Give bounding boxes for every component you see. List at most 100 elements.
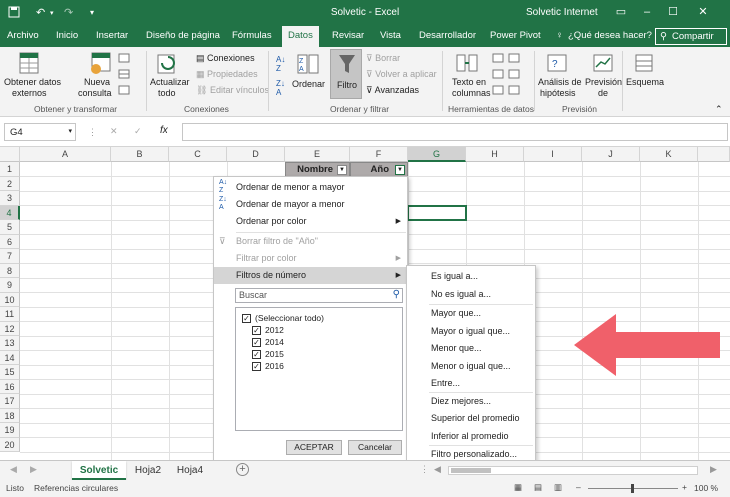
insert-function-icon[interactable]: fx	[160, 125, 168, 136]
formula-input[interactable]	[182, 123, 728, 141]
connections-button[interactable]: ▤ Conexiones	[196, 53, 255, 64]
consolidate-icon[interactable]	[508, 53, 520, 65]
sort-za-icon[interactable]: Z↓ A	[276, 79, 285, 97]
column-header[interactable]: E	[285, 147, 350, 162]
ok-button[interactable]: ACEPTAR	[286, 440, 342, 455]
zoom-in-icon[interactable]: +	[682, 482, 687, 492]
tell-me-input[interactable]: ¿Qué desea hacer?	[568, 30, 652, 41]
column-header-selected[interactable]: G	[408, 147, 466, 162]
formula-bar-splitter-icon[interactable]: ⋮	[88, 127, 97, 138]
tab-formulas[interactable]: Fórmulas	[232, 30, 272, 41]
custom-filter-item[interactable]: Filtro personalizado...	[431, 449, 517, 459]
sort-by-color-item[interactable]: Ordenar por color ▶	[214, 213, 407, 230]
sort-az-icon[interactable]: A↓ Z	[276, 55, 285, 73]
remove-duplicates-icon[interactable]	[492, 69, 504, 81]
data-validation-icon[interactable]	[492, 85, 504, 97]
collapse-ribbon-icon[interactable]: ⌃	[715, 104, 723, 115]
row-header[interactable]: 1	[0, 162, 20, 177]
clear-filter-item[interactable]: ⊽ Borrar filtro de "Año"	[214, 233, 407, 250]
column-header[interactable]: J	[582, 147, 640, 162]
filter-equals-item[interactable]: Es igual a...	[431, 271, 478, 281]
ribbon-display-icon[interactable]: ▭	[610, 3, 632, 21]
filter-value-item[interactable]: ✓ 2016	[252, 360, 284, 372]
cancel-button[interactable]: Cancelar	[348, 440, 402, 455]
filter-above-average-item[interactable]: Superior del promedio	[431, 413, 520, 423]
filter-search-input[interactable]: Buscar ⚲	[235, 288, 403, 303]
checkbox-checked-icon[interactable]: ✓	[252, 338, 261, 347]
sheet-tab-active[interactable]: Solvetic	[72, 461, 126, 480]
filter-value-item[interactable]: ✓ (Seleccionar todo)	[242, 312, 324, 324]
filter-less-equal-item[interactable]: Menor o igual que...	[431, 361, 511, 371]
properties-button[interactable]: ▦ Propiedades	[196, 69, 258, 80]
row-header[interactable]: 18	[0, 408, 20, 423]
checkbox-checked-icon[interactable]: ✓	[252, 362, 261, 371]
sort-descending-item[interactable]: Z↓ A Ordenar de mayor a menor	[214, 196, 407, 213]
cell-f1[interactable]: Año ▼	[350, 162, 408, 177]
column-header[interactable]: A	[20, 147, 111, 162]
share-button[interactable]: ⚲ Compartir	[655, 28, 727, 45]
page-layout-icon[interactable]: ▤	[534, 482, 542, 493]
column-header[interactable]: H	[466, 147, 524, 162]
filter-between-item[interactable]: Entre...	[431, 378, 460, 388]
from-table-icon[interactable]	[118, 69, 130, 81]
tabs-splitter-icon[interactable]: ⋮	[420, 464, 429, 475]
tab-inicio[interactable]: Inicio	[56, 30, 78, 41]
row-header[interactable]: 2	[0, 176, 20, 191]
row-header[interactable]: 10	[0, 292, 20, 307]
filter-values-list[interactable]: ✓ (Seleccionar todo) ✓ 2012 ✓ 2014 ✓ 2015 ✓ 2…	[235, 307, 403, 431]
row-header[interactable]: 11	[0, 307, 20, 322]
row-header[interactable]: 20	[0, 437, 20, 452]
show-queries-icon[interactable]	[118, 53, 130, 65]
sort-ascending-item[interactable]: A↓ Z Ordenar de menor a mayor	[214, 179, 407, 196]
row-header[interactable]: 12	[0, 321, 20, 336]
column-header[interactable]: F	[350, 147, 408, 162]
scrollbar-thumb[interactable]	[451, 468, 491, 473]
row-header[interactable]: 16	[0, 379, 20, 394]
row-header[interactable]: 19	[0, 423, 20, 438]
zoom-slider[interactable]	[588, 484, 678, 493]
tab-vista[interactable]: Vista	[380, 30, 401, 41]
advanced-button[interactable]: ⊽ Avanzadas	[366, 85, 419, 96]
zoom-out-icon[interactable]: –	[576, 482, 581, 492]
normal-view-icon[interactable]: ▦	[514, 482, 522, 493]
get-data-icon[interactable]	[18, 51, 40, 77]
filter-greater-equal-item[interactable]: Mayor o igual que...	[431, 326, 510, 336]
row-header[interactable]: 3	[0, 191, 20, 206]
row-header-selected[interactable]: 4	[0, 205, 20, 220]
tab-insertar[interactable]: Insertar	[96, 30, 128, 41]
checkbox-checked-icon[interactable]: ✓	[252, 350, 261, 359]
flash-fill-icon[interactable]	[492, 53, 504, 65]
tab-desarrollador[interactable]: Desarrollador	[419, 30, 476, 41]
row-header[interactable]: 17	[0, 394, 20, 409]
row-header[interactable]: 6	[0, 234, 20, 249]
sheet-tab[interactable]: Hoja2	[128, 461, 168, 480]
tab-diseno[interactable]: Diseño de página	[146, 30, 220, 41]
tab-datos[interactable]: Datos	[282, 26, 319, 47]
horizontal-scrollbar[interactable]	[448, 466, 698, 475]
outline-icon[interactable]	[632, 51, 656, 77]
zoom-slider-thumb[interactable]	[631, 484, 634, 493]
column-header[interactable]: C	[169, 147, 227, 162]
minimize-icon[interactable]: –	[636, 3, 658, 21]
edit-links-button[interactable]: ⛓ Editar vínculos	[196, 85, 269, 96]
checkbox-checked-icon[interactable]: ✓	[242, 314, 251, 323]
filter-dropdown-icon-active[interactable]: ▼	[395, 165, 405, 175]
page-break-icon[interactable]: ▥	[554, 482, 562, 493]
zoom-level[interactable]: 100 %	[694, 483, 718, 493]
what-if-icon[interactable]: ?	[546, 51, 570, 77]
tab-power-pivot[interactable]: Power Pivot	[490, 30, 541, 41]
filter-by-color-item[interactable]: Filtrar por color ▶	[214, 250, 407, 267]
scroll-right-icon[interactable]: ▶	[30, 464, 37, 475]
sheet-tab[interactable]: Hoja4	[170, 461, 210, 480]
row-header[interactable]: 8	[0, 263, 20, 278]
column-header[interactable]: D	[227, 147, 285, 162]
data-model-icon[interactable]	[508, 85, 520, 97]
row-header[interactable]: 9	[0, 278, 20, 293]
hscroll-left-icon[interactable]: ◀	[434, 464, 441, 475]
filter-value-item[interactable]: ✓ 2015	[252, 348, 284, 360]
hscroll-right-icon[interactable]: ▶	[710, 464, 717, 475]
filter-button[interactable]: Filtro	[330, 49, 362, 99]
name-box[interactable]: G4 ▾	[4, 123, 76, 141]
column-header[interactable]: K	[640, 147, 698, 162]
column-header[interactable]: B	[111, 147, 169, 162]
